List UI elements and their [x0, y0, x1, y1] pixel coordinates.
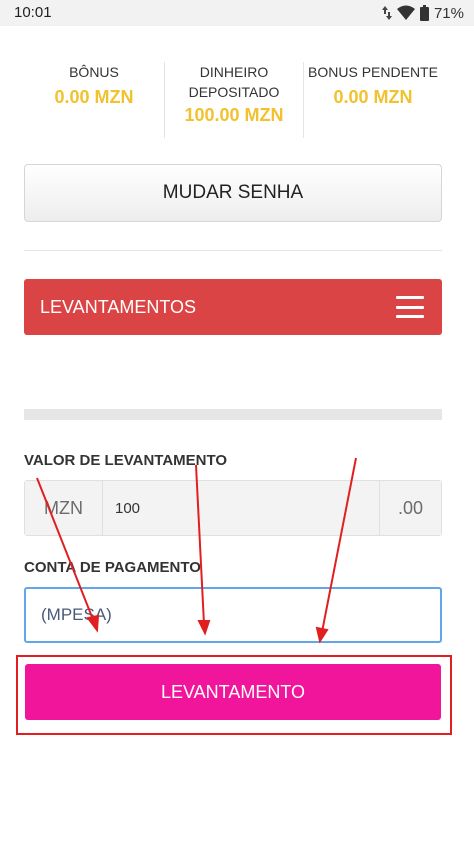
annotation-arrows [36, 457, 357, 644]
battery-percent: 71% [433, 4, 464, 22]
battery-icon [419, 5, 429, 21]
amount-input-group: MZN .00 [24, 480, 442, 536]
withdrawals-header: LEVANTAMENTOS [24, 279, 442, 335]
stat-bonus: BÔNUS 0.00 MZN [24, 62, 164, 108]
divider [24, 250, 442, 251]
status-time: 10:01 [14, 4, 52, 21]
payment-account-value: (MPESA) [41, 605, 112, 624]
hamburger-menu-icon[interactable] [396, 296, 424, 318]
stat-deposited: DINHEIRO DEPOSITADO 100.00 MZN [165, 62, 303, 126]
stat-label: BONUS PENDENTE [308, 64, 438, 80]
stat-value: 100.00 MZN [184, 105, 284, 125]
stat-value: 0.00 MZN [54, 87, 134, 107]
account-label: CONTA DE PAGAMENTO [24, 559, 201, 576]
stat-label: BÔNUS [69, 64, 119, 80]
decimals-addon: .00 [379, 481, 441, 535]
stat-value: 0.00 MZN [333, 87, 413, 107]
currency-addon: MZN [25, 481, 103, 535]
section-separator [24, 409, 442, 420]
change-password-button[interactable]: MUDAR SENHA [24, 164, 442, 222]
stat-pending-bonus: BONUS PENDENTE 0.00 MZN [304, 62, 442, 108]
payment-account-select[interactable]: (MPESA) [24, 587, 442, 643]
status-icons: 71% [381, 3, 464, 23]
wifi-icon [396, 5, 415, 21]
amount-label: VALOR DE LEVANTAMENTO [24, 452, 228, 469]
data-arrows-icon [381, 5, 392, 21]
withdraw-button[interactable]: LEVANTAMENTO [25, 664, 441, 720]
stat-label: DINHEIRO DEPOSITADO [188, 64, 280, 100]
amount-input[interactable] [103, 481, 379, 535]
status-bar: 10:01 71% [0, 0, 474, 26]
section-title: LEVANTAMENTOS [40, 296, 197, 317]
